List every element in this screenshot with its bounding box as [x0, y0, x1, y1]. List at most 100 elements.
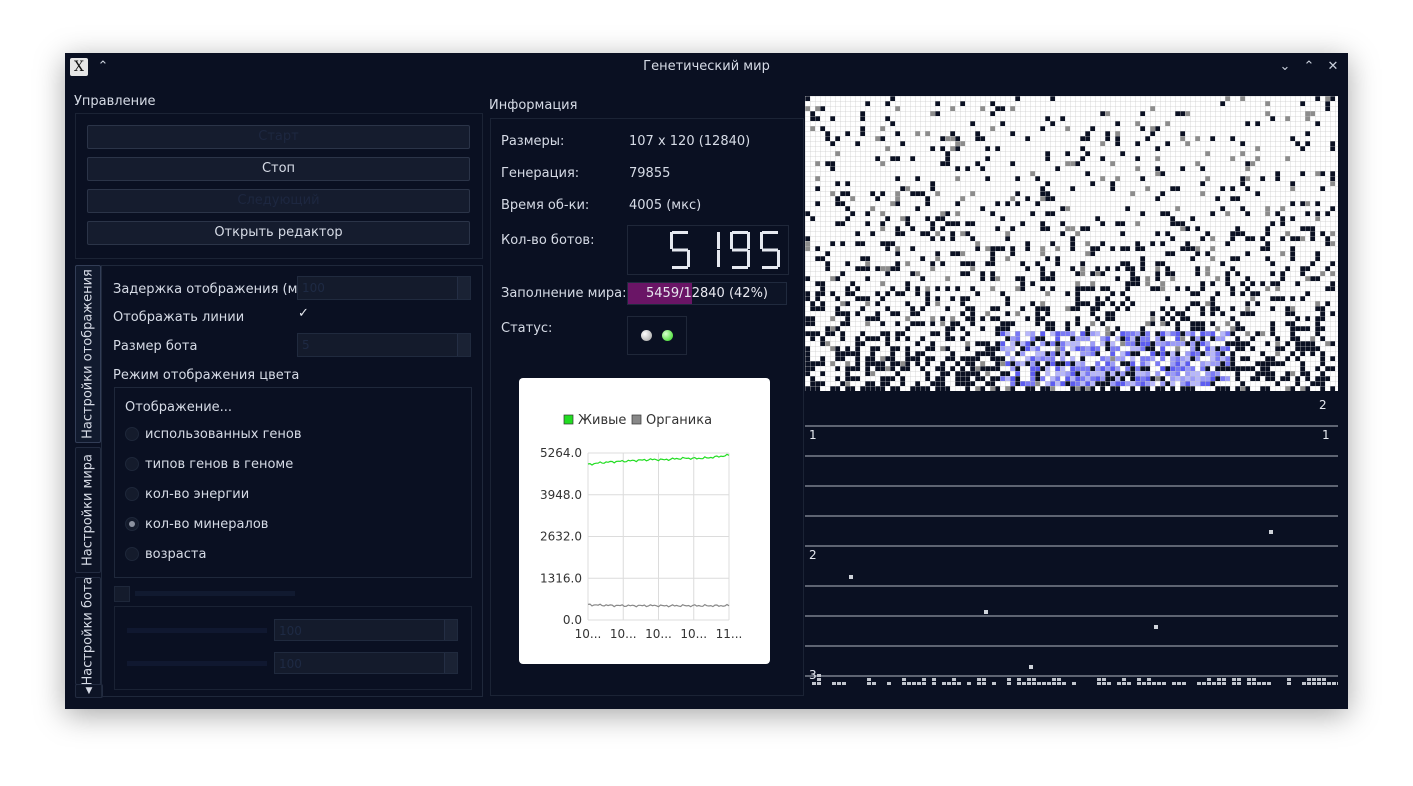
histogram-block	[1052, 682, 1056, 685]
radio-age[interactable]	[125, 547, 139, 561]
lcd-segment	[672, 266, 688, 269]
spin-arrows[interactable]	[444, 620, 457, 640]
world-cell	[915, 176, 920, 181]
world-cell	[825, 331, 830, 336]
world-cell	[1110, 181, 1115, 186]
radio-energy[interactable]	[125, 487, 139, 501]
world-cell	[1065, 151, 1070, 156]
world-cell	[1190, 376, 1195, 381]
bot-size-spinbox[interactable]: 5	[297, 333, 471, 357]
world-cell	[1015, 191, 1020, 196]
disabled-spinbox[interactable]: 100	[274, 619, 458, 641]
world-cell	[1150, 341, 1155, 346]
world-cell	[1040, 126, 1045, 131]
spin-arrows[interactable]	[457, 334, 470, 356]
world-cell	[1170, 341, 1175, 346]
world-cell	[940, 226, 945, 231]
world-cell	[1265, 231, 1270, 236]
open-editor-button[interactable]: Открыть редактор	[87, 221, 470, 245]
world-cell	[845, 316, 850, 321]
world-cell	[1110, 376, 1115, 381]
maximize-icon[interactable]: ⌃	[1299, 57, 1319, 77]
world-cell	[1015, 96, 1020, 101]
world-cell	[895, 251, 900, 256]
world-cell	[1115, 376, 1120, 381]
world-cell	[1145, 331, 1150, 336]
start-button[interactable]: Старт	[87, 125, 470, 149]
world-cell	[1185, 306, 1190, 311]
radio-gene-types[interactable]	[125, 457, 139, 471]
world-cell	[1310, 381, 1315, 386]
world-cell	[980, 386, 985, 391]
world-cell	[880, 191, 885, 196]
world-cell	[1015, 381, 1020, 386]
world-cell	[1095, 216, 1100, 221]
world-cell	[1320, 171, 1325, 176]
world-cell	[1100, 341, 1105, 346]
world-cell	[1320, 326, 1325, 331]
world-cell	[1310, 236, 1315, 241]
world-cell	[1190, 381, 1195, 386]
world-cell	[1160, 356, 1165, 361]
world-cell	[810, 111, 815, 116]
lcd-segment	[732, 266, 748, 269]
world-cell	[1085, 226, 1090, 231]
world-cell	[840, 221, 845, 226]
world-cell	[1265, 386, 1270, 391]
tab-display-settings[interactable]: Настройки отображения	[75, 265, 101, 443]
histogram-block	[1267, 682, 1271, 685]
world-cell	[1055, 351, 1060, 356]
disabled-spinbox[interactable]: 100	[274, 652, 458, 674]
world-cell	[1180, 166, 1185, 171]
world-cell	[1255, 376, 1260, 381]
histogram-block	[1162, 682, 1166, 685]
world-cell	[895, 246, 900, 251]
show-lines-checkbox[interactable]: ✓	[296, 306, 311, 321]
tab-scroll-down[interactable]: ▼	[75, 684, 103, 698]
world-cell	[1205, 341, 1210, 346]
world-cell	[930, 346, 935, 351]
world-cell	[995, 201, 1000, 206]
world-cell	[1005, 386, 1010, 391]
world-cell	[1235, 321, 1240, 326]
world-cell	[930, 186, 935, 191]
world-cell	[1195, 226, 1200, 231]
world-cell	[1130, 356, 1135, 361]
world-cell	[915, 311, 920, 316]
world-cell	[1200, 191, 1205, 196]
world-cell	[895, 361, 900, 366]
spin-arrows[interactable]	[457, 277, 470, 299]
world-cell	[1330, 311, 1335, 316]
world-cell	[920, 191, 925, 196]
world-map[interactable]	[805, 96, 1338, 396]
step-button[interactable]: Следующий	[87, 189, 470, 213]
spin-arrows[interactable]	[444, 653, 457, 673]
delay-spinbox[interactable]: 100	[297, 276, 471, 300]
world-cell	[805, 386, 810, 391]
radio-minerals[interactable]	[125, 517, 139, 531]
world-cell	[1250, 366, 1255, 371]
world-cell	[1275, 211, 1280, 216]
world-cell	[1165, 211, 1170, 216]
world-cell	[930, 331, 935, 336]
world-cell	[1055, 331, 1060, 336]
stop-button[interactable]: Стоп	[87, 157, 470, 181]
world-cell	[1125, 306, 1130, 311]
world-cell	[1180, 331, 1185, 336]
tab-world-settings[interactable]: Настройки мира	[75, 447, 101, 573]
disabled-checkbox[interactable]	[114, 586, 130, 602]
world-cell	[1210, 136, 1215, 141]
world-cell	[1325, 286, 1330, 291]
world-cell	[1240, 151, 1245, 156]
world-cell	[1150, 321, 1155, 326]
world-cell	[815, 246, 820, 251]
tracks-panel	[805, 425, 1338, 685]
close-icon[interactable]: ✕	[1323, 57, 1343, 77]
world-cell	[1070, 226, 1075, 231]
world-cell	[940, 346, 945, 351]
minimize-icon[interactable]: ⌄	[1275, 57, 1295, 77]
world-cell	[1085, 286, 1090, 291]
radio-used-genes[interactable]	[125, 427, 139, 441]
tab-bot-settings[interactable]: Настройки бота	[75, 577, 101, 685]
world-cell	[1310, 261, 1315, 266]
